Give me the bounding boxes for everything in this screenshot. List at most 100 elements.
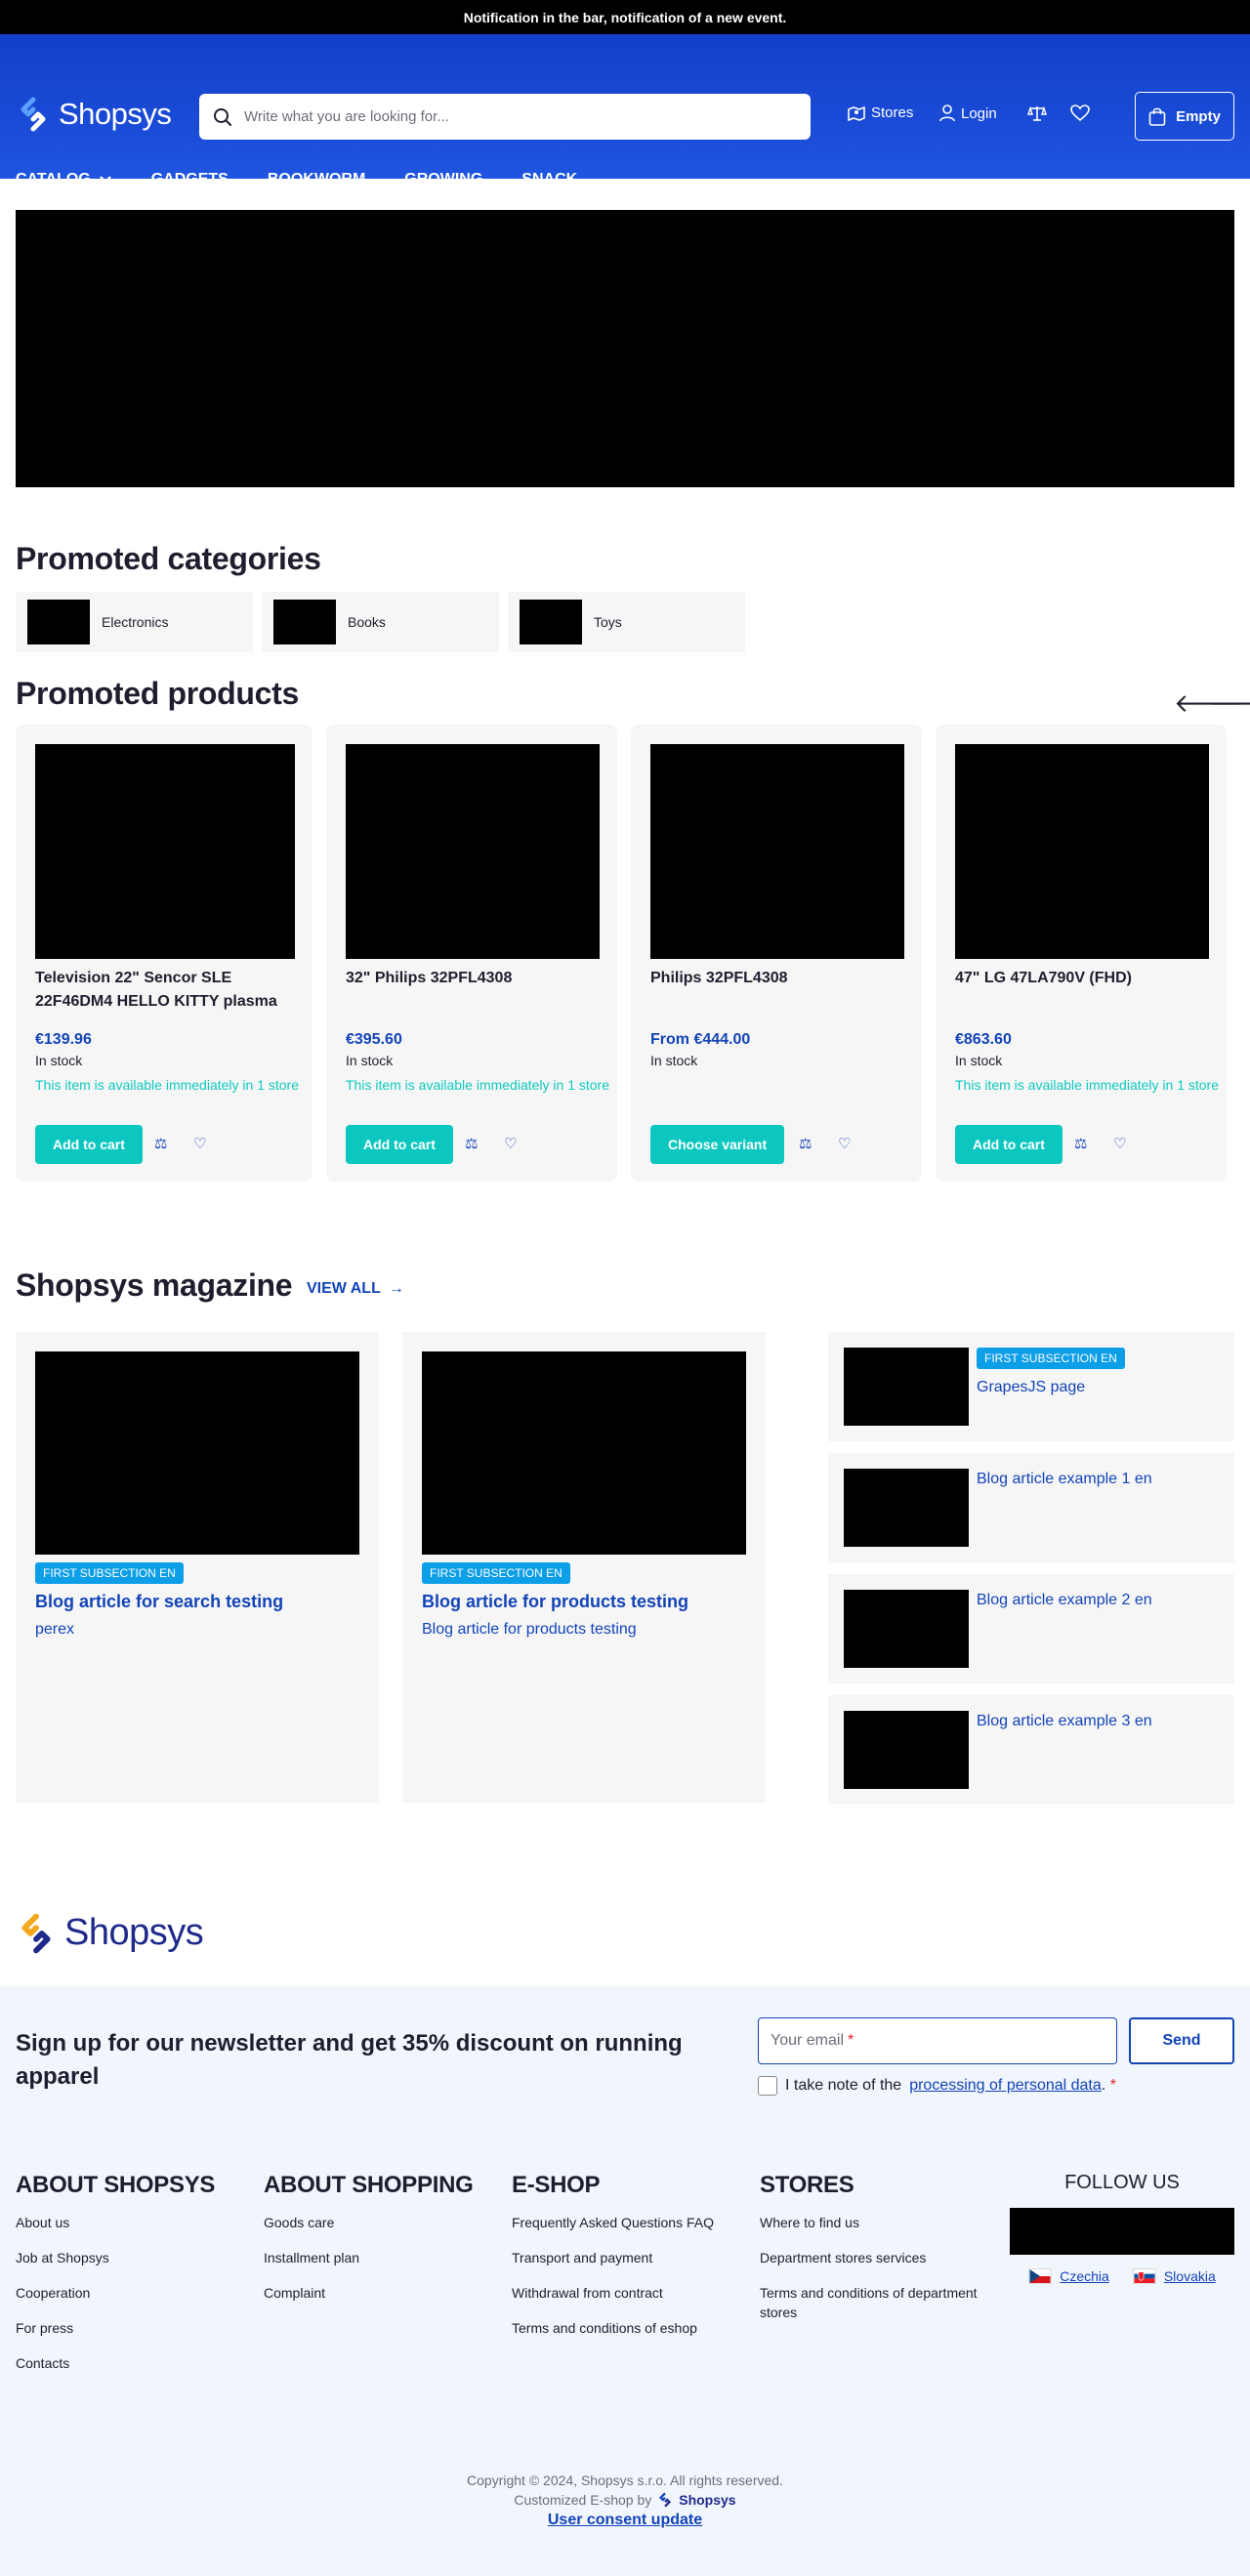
magazine-article-card[interactable]: FIRST SUBSECTION EN Blog article for pro… [402, 1332, 766, 1803]
heart-icon[interactable]: ♡ [1113, 1135, 1126, 1152]
compare-icon[interactable]: ⚖ [799, 1135, 812, 1152]
compare-icon[interactable] [1027, 104, 1047, 127]
product-image[interactable] [35, 744, 295, 959]
heart-icon[interactable]: ♡ [193, 1135, 206, 1152]
wishlist-heart-icon[interactable] [1070, 104, 1090, 127]
footer-logo[interactable]: Shopsys [16, 1912, 204, 1954]
compare-icon[interactable]: ⚖ [154, 1135, 167, 1152]
footer-column-about-shopsys: ABOUT SHOPSYS About us Job at Shopsys Co… [16, 2172, 240, 2389]
consent-link[interactable]: processing of personal data [909, 2077, 1102, 2094]
menu-item-catalog[interactable]: CATALOG [16, 171, 112, 188]
category-card-books[interactable]: Books [262, 592, 499, 652]
product-image[interactable] [650, 744, 904, 959]
article-image[interactable] [844, 1348, 969, 1426]
magazine-article-card[interactable]: FIRST SUBSECTION EN Blog article for sea… [16, 1332, 379, 1803]
arrow-right-icon[interactable]: 🡒 [1209, 688, 1250, 719]
footer-link[interactable]: Goods care [264, 2213, 488, 2232]
article-title[interactable]: Blog article for products testing [422, 1592, 688, 1612]
add-to-cart-button[interactable]: Add to cart [35, 1125, 143, 1164]
footer-link[interactable]: Withdrawal from contract [512, 2283, 736, 2303]
menu-label: GADGETS [150, 171, 229, 187]
newsletter-email-input[interactable]: Your email * [758, 2017, 1117, 2064]
language-slovakia[interactable]: Slovakia [1132, 2268, 1216, 2284]
cart-button[interactable]: Empty [1135, 92, 1234, 141]
side-article[interactable]: Blog article example 1 en [828, 1453, 1234, 1562]
arrow-right-icon: → [388, 1280, 404, 1297]
customized-logo-text[interactable]: Shopsys [679, 2490, 735, 2510]
search-icon [214, 107, 231, 126]
side-article[interactable]: FIRST SUBSECTION EN GrapesJS page [828, 1332, 1234, 1441]
customized-text: Customized E-shop by [514, 2492, 652, 2508]
product-image[interactable] [346, 744, 600, 959]
footer-link[interactable]: For press [16, 2318, 240, 2338]
footer-link[interactable]: Frequently Asked Questions FAQ [512, 2213, 736, 2232]
product-name[interactable]: 32" Philips 32PFL4308 [346, 967, 609, 990]
article-perex: perex [35, 1621, 75, 1638]
product-card[interactable]: Philips 32PFL4308 From €444.00 In stock … [631, 725, 922, 1182]
view-all-link[interactable]: VIEW ALL → [307, 1280, 404, 1298]
language-czechia[interactable]: Czechia [1028, 2268, 1109, 2284]
logo-text: Shopsys [64, 1912, 204, 1953]
footer-link[interactable]: Department stores services [760, 2248, 984, 2267]
category-card-electronics[interactable]: Electronics [16, 592, 253, 652]
footer-link[interactable]: Terms and conditions of eshop [512, 2318, 736, 2338]
user-consent-update-link[interactable]: User consent update [548, 2512, 702, 2528]
article-image[interactable] [844, 1590, 969, 1668]
search-input[interactable] [244, 108, 771, 125]
choose-variant-button[interactable]: Choose variant [650, 1125, 785, 1164]
product-card[interactable]: Television 22" Sencor SLE 22F46DM4 HELLO… [16, 725, 312, 1182]
footer-link[interactable]: Complaint [264, 2283, 488, 2303]
product-name[interactable]: Philips 32PFL4308 [650, 967, 914, 990]
product-stock: In stock [650, 1053, 698, 1068]
menu-item-bookworm[interactable]: BOOKWORM [268, 171, 365, 188]
article-image[interactable] [422, 1351, 746, 1555]
hero-banner[interactable] [16, 210, 1234, 487]
footer-link[interactable]: Transport and payment [512, 2248, 736, 2267]
menu-item-snack[interactable]: SNACK [521, 171, 577, 188]
article-title[interactable]: GrapesJS page [977, 1379, 1085, 1396]
product-name[interactable]: 47" LG 47LA790V (FHD) [955, 967, 1219, 990]
side-article[interactable]: Blog article example 3 en [828, 1695, 1234, 1805]
product-image[interactable] [955, 744, 1209, 959]
compare-icon[interactable]: ⚖ [1074, 1135, 1087, 1152]
article-title[interactable]: Blog article for search testing [35, 1592, 283, 1612]
article-badge[interactable]: FIRST SUBSECTION EN [977, 1348, 1125, 1369]
footer-link[interactable]: About us [16, 2213, 240, 2232]
footer-link[interactable]: Contacts [16, 2353, 240, 2373]
footer-link[interactable]: Installment plan [264, 2248, 488, 2267]
side-article[interactable]: Blog article example 2 en [828, 1574, 1234, 1683]
article-image[interactable] [844, 1469, 969, 1547]
article-badge[interactable]: FIRST SUBSECTION EN [35, 1562, 184, 1584]
heart-icon[interactable]: ♡ [504, 1135, 517, 1152]
product-card[interactable]: 47" LG 47LA790V (FHD) €863.60 In stock T… [936, 725, 1227, 1182]
stores-link[interactable]: Stores [848, 104, 913, 121]
article-title[interactable]: Blog article example 2 en [977, 1592, 1152, 1609]
search-box[interactable] [199, 94, 811, 140]
required-mark: * [848, 2032, 854, 2049]
heart-icon[interactable]: ♡ [838, 1135, 851, 1152]
newsletter-send-button[interactable]: Send [1129, 2017, 1234, 2064]
login-link[interactable]: Login [939, 104, 997, 122]
product-card[interactable]: 32" Philips 32PFL4308 €395.60 In stock T… [326, 725, 617, 1182]
menu-label: BOOKWORM [267, 171, 366, 187]
footer-link[interactable]: Where to find us [760, 2213, 984, 2232]
consent-checkbox[interactable] [758, 2076, 777, 2096]
menu-item-growing[interactable]: GROWING [404, 171, 482, 188]
product-name[interactable]: Television 22" Sencor SLE 22F46DM4 HELLO… [35, 967, 299, 1014]
category-card-toys[interactable]: Toys [508, 592, 745, 652]
article-image[interactable] [844, 1711, 969, 1789]
footer-link[interactable]: Job at Shopsys [16, 2248, 240, 2267]
article-title[interactable]: Blog article example 3 en [977, 1713, 1152, 1730]
shopsys-logo[interactable]: Shopsys [16, 97, 172, 132]
add-to-cart-button[interactable]: Add to cart [346, 1125, 453, 1164]
footer-link[interactable]: Terms and conditions of department store… [760, 2283, 984, 2322]
social-links[interactable] [1010, 2208, 1234, 2255]
menu-item-gadgets[interactable]: GADGETS [151, 171, 229, 188]
footer-link[interactable]: Cooperation [16, 2283, 240, 2303]
product-availability: This item is available immediately in 1 … [35, 1077, 299, 1093]
add-to-cart-button[interactable]: Add to cart [955, 1125, 1062, 1164]
article-image[interactable] [35, 1351, 359, 1555]
article-badge[interactable]: FIRST SUBSECTION EN [422, 1562, 570, 1584]
article-title[interactable]: Blog article example 1 en [977, 1471, 1152, 1488]
compare-icon[interactable]: ⚖ [465, 1135, 478, 1152]
